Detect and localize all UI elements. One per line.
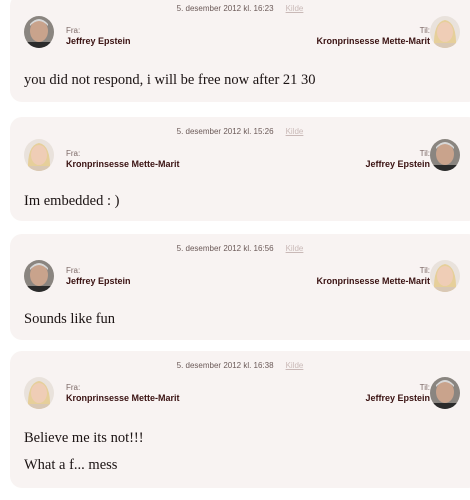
sender-avatar-icon bbox=[24, 139, 54, 171]
recipient-avatar-icon bbox=[430, 16, 460, 48]
sender-avatar-icon bbox=[24, 260, 54, 292]
source-link[interactable]: Kilde bbox=[286, 244, 304, 253]
message-timestamp: 5. desember 2012 kl. 16:56 bbox=[176, 244, 274, 253]
message-meta: 5. desember 2012 kl. 15:26 Kilde bbox=[10, 127, 470, 136]
recipient-name[interactable]: Kronprinsesse Mette-Marit bbox=[316, 276, 430, 286]
message-card: 5. desember 2012 kl. 16:38 Kilde Fra: Kro… bbox=[10, 351, 470, 488]
message-meta: 5. desember 2012 kl. 16:38 Kilde bbox=[10, 361, 470, 370]
recipient-avatar-icon bbox=[430, 260, 460, 292]
recipient-name[interactable]: Kronprinsesse Mette-Marit bbox=[316, 36, 430, 46]
from-label: Fra: bbox=[66, 266, 81, 275]
message-card: 5. desember 2012 kl. 15:26 Kilde Fra: Kro… bbox=[10, 117, 470, 221]
source-link[interactable]: Kilde bbox=[286, 361, 304, 370]
to-label: Til: bbox=[419, 266, 430, 275]
from-label: Fra: bbox=[66, 149, 81, 158]
to-label: Til: bbox=[419, 26, 430, 35]
recipient-name[interactable]: Jeffrey Epstein bbox=[365, 393, 430, 403]
from-label: Fra: bbox=[66, 383, 81, 392]
message-line: What a f... mess bbox=[24, 457, 118, 473]
message-card: 5. desember 2012 kl. 16:23 Kilde Fra: Jef… bbox=[10, 0, 470, 102]
message-line: you did not respond, i will be free now … bbox=[24, 72, 316, 88]
source-link[interactable]: Kilde bbox=[286, 4, 304, 13]
recipient-avatar-icon bbox=[430, 139, 460, 171]
sender-name[interactable]: Jeffrey Epstein bbox=[66, 276, 131, 286]
to-label: Til: bbox=[419, 383, 430, 392]
message-meta: 5. desember 2012 kl. 16:23 Kilde bbox=[10, 4, 470, 13]
message-card: 5. desember 2012 kl. 16:56 Kilde Fra: Jef… bbox=[10, 234, 470, 340]
message-line: Sounds like fun bbox=[24, 311, 116, 327]
source-link[interactable]: Kilde bbox=[286, 127, 304, 136]
message-line: Believe me its not!!! bbox=[24, 430, 144, 446]
recipient-avatar-icon bbox=[430, 377, 460, 409]
message-meta: 5. desember 2012 kl. 16:56 Kilde bbox=[10, 244, 470, 253]
sender-avatar-icon bbox=[24, 16, 54, 48]
recipient-name[interactable]: Jeffrey Epstein bbox=[365, 159, 430, 169]
sender-avatar-icon bbox=[24, 377, 54, 409]
message-timestamp: 5. desember 2012 kl. 16:38 bbox=[176, 361, 274, 370]
sender-name[interactable]: Kronprinsesse Mette-Marit bbox=[66, 159, 180, 169]
sender-name[interactable]: Kronprinsesse Mette-Marit bbox=[66, 393, 180, 403]
message-line: Im embedded : ) bbox=[24, 193, 120, 209]
message-timestamp: 5. desember 2012 kl. 15:26 bbox=[176, 127, 274, 136]
message-timestamp: 5. desember 2012 kl. 16:23 bbox=[176, 4, 274, 13]
to-label: Til: bbox=[419, 149, 430, 158]
from-label: Fra: bbox=[66, 26, 81, 35]
sender-name[interactable]: Jeffrey Epstein bbox=[66, 36, 131, 46]
